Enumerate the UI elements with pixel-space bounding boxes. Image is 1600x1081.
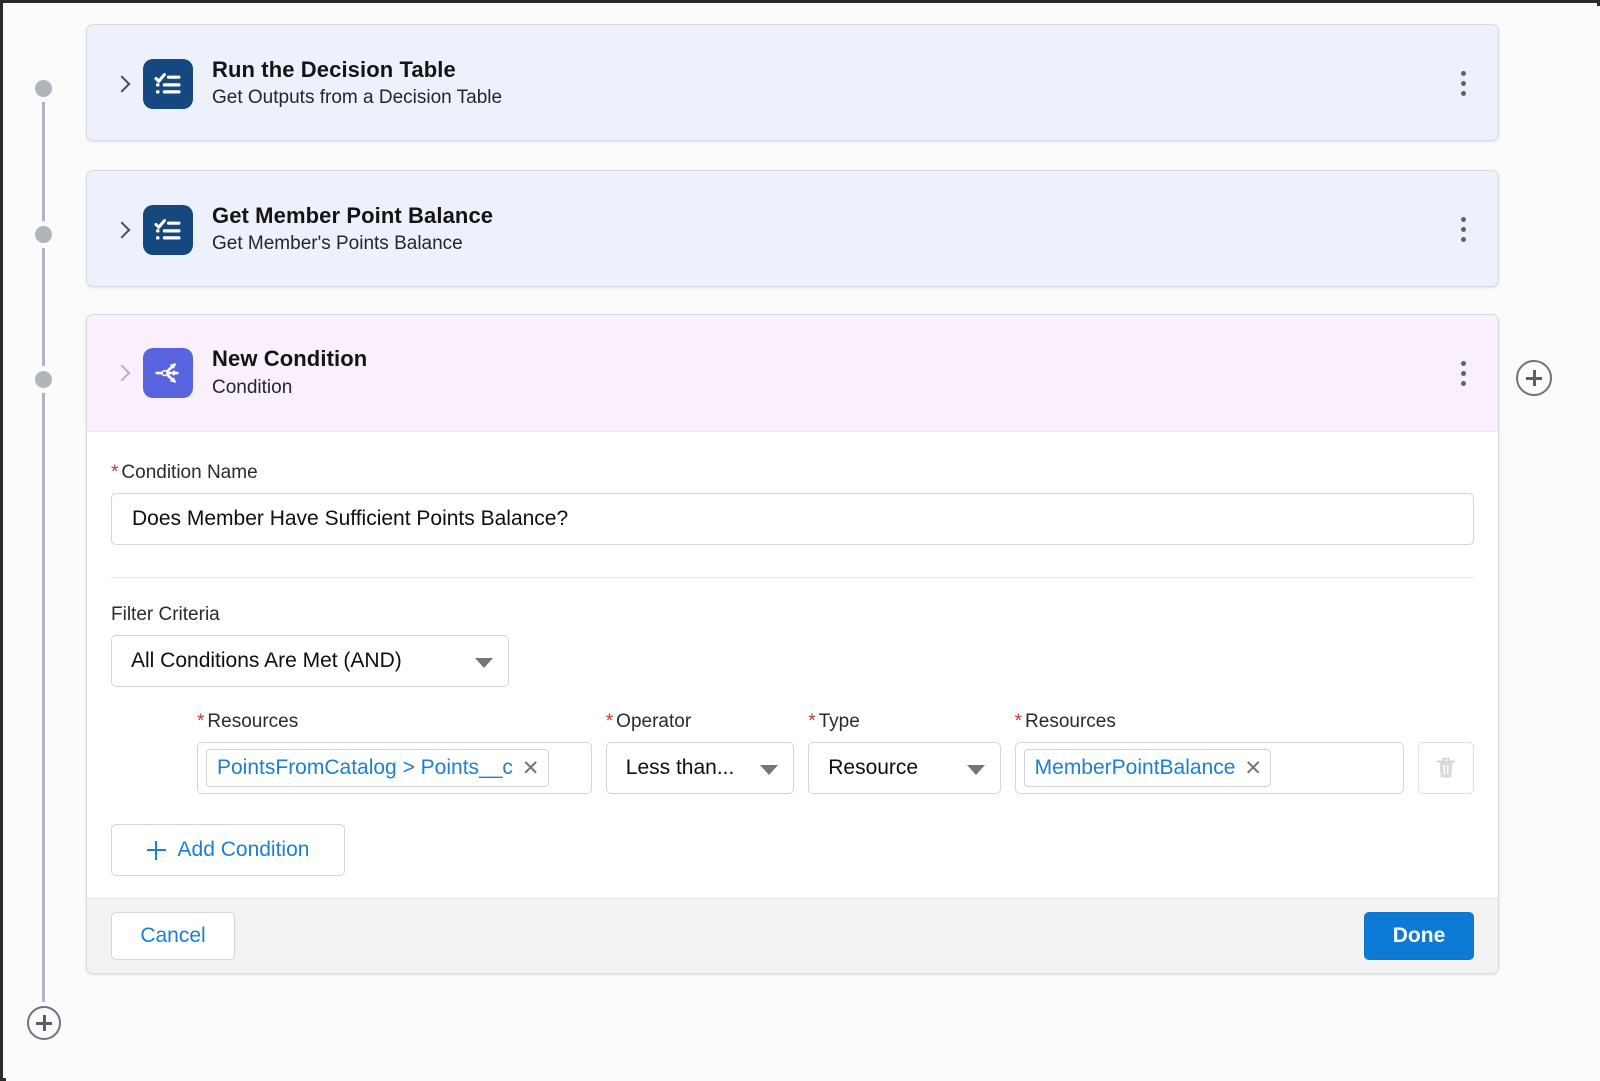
resource-right-pill[interactable]: MemberPointBalance ✕ (1023, 749, 1272, 787)
chevron-down-icon (475, 658, 493, 668)
required-marker: * (808, 711, 816, 732)
required-marker: * (111, 462, 119, 483)
resource-right-value: MemberPointBalance (1034, 756, 1236, 779)
filter-criteria-value: All Conditions Are Met (AND) (131, 649, 402, 672)
resource-left-pill[interactable]: PointsFromCatalog > Points__c ✕ (206, 749, 549, 787)
step-title: Get Member Point Balance (212, 202, 494, 228)
step-card-header: Get Member Point Balance Get Member's Po… (87, 171, 1498, 288)
required-marker: * (605, 711, 614, 732)
condition-panel-header[interactable]: New Condition Condition (87, 315, 1498, 432)
more-options-icon[interactable] (1452, 213, 1474, 247)
connector-node-3 (35, 371, 52, 388)
condition-branch-icon (143, 348, 193, 398)
criteria-operator-cell: * Operator Less than... (605, 711, 795, 794)
condition-name-label: * Condition Name (111, 462, 1474, 484)
condition-panel-footer: Cancel Done (87, 898, 1498, 973)
required-marker: * (1014, 711, 1023, 732)
resource-left-label: * Resources (197, 711, 592, 733)
done-button[interactable]: Done (1364, 912, 1474, 960)
plus-icon (146, 840, 166, 860)
connector-line-2 (42, 246, 45, 374)
flow-step-card-get-member-point-balance[interactable]: Get Member Point Balance Get Member's Po… (86, 170, 1499, 287)
connector-line-1 (42, 101, 45, 231)
step-card-titles: Run the Decision Table Get Outputs from … (212, 56, 502, 111)
criteria-resource-right-cell: * Resources MemberPointBalance ✕ (1014, 711, 1405, 794)
chevron-right-icon[interactable] (109, 217, 135, 243)
flow-connector-rail (6, 6, 84, 1081)
operator-value: Less than... (625, 756, 735, 779)
operator-label: * Operator (606, 711, 794, 733)
remove-pill-x-icon[interactable]: ✕ (522, 758, 540, 779)
step-title: Run the Decision Table (212, 56, 456, 82)
resource-right-label: * Resources (1015, 711, 1405, 733)
step-card-titles: Get Member Point Balance Get Member's Po… (212, 202, 493, 257)
cancel-button[interactable]: Cancel (111, 912, 235, 960)
chevron-right-icon[interactable] (109, 71, 135, 97)
connector-line-3 (42, 392, 45, 1002)
condition-panel-subtitle: Condition (212, 376, 293, 398)
page-title: New Condition (212, 346, 368, 372)
remove-pill-x-icon[interactable]: ✕ (1244, 758, 1262, 779)
flow-canvas: Run the Decision Table Get Outputs from … (6, 6, 1600, 1081)
connector-node-2 (35, 226, 52, 243)
resource-left-label-text: Resources (207, 711, 299, 732)
section-divider (111, 577, 1474, 578)
operator-label-text: Operator (616, 711, 692, 732)
type-label-text: Type (818, 711, 860, 732)
add-step-plus-icon[interactable] (27, 1006, 61, 1040)
resource-left-value: PointsFromCatalog > Points__c (217, 756, 513, 779)
required-marker: * (197, 711, 205, 732)
step-subtitle: Get Outputs from a Decision Table (212, 87, 503, 109)
add-element-plus-icon[interactable] (1516, 360, 1552, 396)
decision-table-icon (143, 204, 193, 255)
condition-panel-titles: New Condition Condition (212, 345, 367, 400)
criteria-type-cell: * Type Resource (808, 711, 1001, 794)
type-select[interactable]: Resource (808, 742, 1001, 794)
chevron-down-icon (760, 765, 779, 775)
connector-node-1 (35, 80, 52, 97)
operator-select[interactable]: Less than... (605, 742, 795, 794)
chevron-down-icon (966, 765, 985, 775)
more-options-icon[interactable] (1452, 67, 1474, 101)
condition-editor-panel: New Condition Condition * Condition Name … (86, 314, 1499, 974)
flow-step-card-run-decision-table[interactable]: Run the Decision Table Get Outputs from … (86, 24, 1499, 141)
condition-name-label-text: Condition Name (121, 462, 258, 483)
filter-criteria-label: Filter Criteria (111, 604, 220, 625)
screenshot-frame: Run the Decision Table Get Outputs from … (0, 0, 1600, 1081)
more-options-icon[interactable] (1452, 356, 1474, 390)
criteria-resource-left-cell: * Resources PointsFromCatalog > Points__c… (197, 711, 592, 794)
type-label: * Type (808, 711, 1000, 733)
resource-right-input[interactable]: MemberPointBalance ✕ (1014, 742, 1405, 794)
decision-table-icon (143, 58, 193, 109)
condition-name-input[interactable] (111, 493, 1474, 545)
add-condition-button[interactable]: Add Condition (111, 824, 345, 876)
step-subtitle: Get Member's Points Balance (212, 233, 463, 255)
resource-right-label-text: Resources (1025, 711, 1116, 732)
resource-left-input[interactable]: PointsFromCatalog > Points__c ✕ (197, 742, 592, 794)
delete-row-trash-icon[interactable] (1418, 742, 1474, 794)
filter-criteria-select[interactable]: All Conditions Are Met (AND) (111, 635, 509, 687)
type-value: Resource (828, 756, 919, 779)
criteria-row: * Resources PointsFromCatalog > Points__c… (111, 711, 1474, 794)
add-condition-label: Add Condition (177, 838, 310, 861)
step-card-header: Run the Decision Table Get Outputs from … (87, 25, 1498, 142)
chevron-right-icon[interactable] (109, 360, 135, 386)
condition-panel-body: *Condition Name Filter Criteria All Cond… (87, 432, 1498, 876)
